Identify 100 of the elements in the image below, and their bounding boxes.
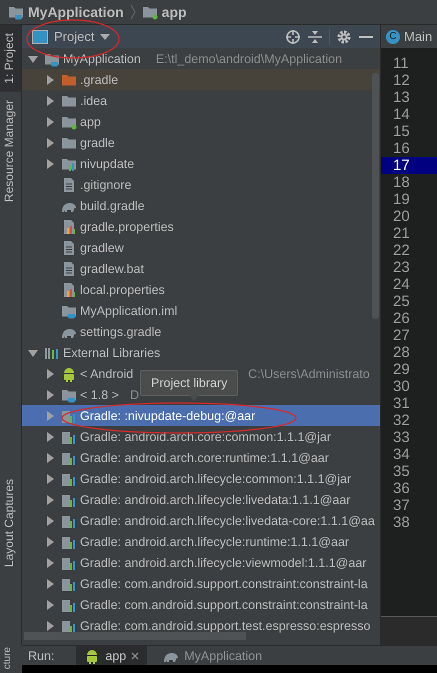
tree-label: Gradle: android.arch.lifecycle:runtime:1.1.1@aar <box>80 534 350 548</box>
tree-row[interactable]: Gradle: android.arch.core:common:1.1.1@jar <box>22 426 380 447</box>
breadcrumb-item[interactable]: app <box>142 4 187 20</box>
line-number: 28 <box>392 344 411 361</box>
run-tab[interactable]: MyApplication <box>155 646 270 665</box>
tree-row[interactable]: gradlew <box>22 237 380 258</box>
tree-row[interactable]: Gradle: com.android.support.constraint:constraint-la <box>22 594 380 615</box>
tree-label: gradle <box>80 136 115 150</box>
file-icon <box>61 240 77 256</box>
collapsed-arrow-icon[interactable] <box>45 452 55 462</box>
tree-label: .gradle <box>80 72 118 86</box>
tree-label: Gradle: :nivupdate-debug:@aar <box>80 408 256 422</box>
line-number: 38 <box>392 514 411 531</box>
tool-window-tab[interactable]: 1: Project <box>0 25 21 92</box>
tree-label: MyApplication <box>63 52 141 66</box>
line-number: 29 <box>392 361 411 378</box>
line-number: 15 <box>392 123 411 140</box>
scrollbar[interactable] <box>372 73 379 319</box>
tree-row[interactable]: Gradle: android.arch.lifecycle:common:1.1.1@jar <box>22 468 380 489</box>
path-label: D <box>130 388 139 402</box>
collapsed-arrow-icon[interactable] <box>45 494 55 504</box>
line-number: 36 <box>392 480 411 497</box>
target-icon[interactable] <box>285 28 301 44</box>
breadcrumb-item[interactable]: MyApplication <box>8 4 124 20</box>
tree-label: Gradle: android.arch.core:runtime:1.1.1@aar <box>80 450 329 464</box>
tree-label: gradlew <box>80 240 124 254</box>
collapsed-arrow-icon[interactable] <box>45 390 55 400</box>
tree-row[interactable]: .gradle <box>22 69 380 90</box>
collapsed-arrow-icon[interactable] <box>45 158 55 168</box>
tooltip-pointer-icon <box>189 395 199 401</box>
collapsed-arrow-icon[interactable] <box>45 578 55 588</box>
line-number: 24 <box>392 276 411 293</box>
tree-label: Gradle: com.android.support.constraint:constraint-la <box>80 598 368 612</box>
collapsed-arrow-icon[interactable] <box>45 474 55 484</box>
line-number: 31 <box>392 395 411 412</box>
tree-label: Gradle: com.android.support.test.espresso:espresso <box>80 618 370 632</box>
tree-row[interactable]: MyApplication.iml <box>22 300 380 321</box>
tree-row[interactable]: Gradle: com.android.support.test.espresso:espresso <box>22 615 380 636</box>
expanded-arrow-icon[interactable] <box>28 348 38 358</box>
tree-label: nivupdate <box>80 156 134 170</box>
close-icon[interactable] <box>131 652 140 660</box>
tool-window-tab[interactable]: cture <box>0 645 15 672</box>
tree-row[interactable]: Gradle: android.arch.core:runtime:1.1.1@aar <box>22 447 380 468</box>
collapsed-arrow-icon[interactable] <box>45 74 55 84</box>
collapsed-arrow-icon[interactable] <box>45 600 55 610</box>
line-number: 27 <box>392 327 411 344</box>
tree-row[interactable]: MyApplication E:\tl_demo\android\MyApplication <box>22 48 380 69</box>
line-number: 11 <box>392 55 410 72</box>
tree-row[interactable]: build.gradle <box>22 195 380 216</box>
caret-icon <box>100 34 110 40</box>
tree-row[interactable]: Gradle: com.android.support.constraint:constraint-la <box>22 573 380 594</box>
scrollbar[interactable] <box>24 632 246 640</box>
tree-row[interactable]: nivupdate <box>22 153 380 174</box>
tree-row[interactable]: Gradle: android.arch.lifecycle:livedata-core:1.1.1@aa <box>22 510 380 531</box>
expanded-arrow-icon[interactable] <box>28 54 38 64</box>
editor-tab[interactable]: C Main <box>381 25 437 48</box>
tree-row[interactable]: Gradle: android.arch.lifecycle:livedata:1.1.1@aar <box>22 489 380 510</box>
collapsed-arrow-icon[interactable] <box>45 432 55 442</box>
collapse-icon[interactable] <box>307 28 323 44</box>
collapsed-arrow-icon[interactable] <box>45 116 55 126</box>
tree-row[interactable]: app <box>22 111 380 132</box>
class-icon: C <box>386 30 400 44</box>
collapsed-arrow-icon[interactable] <box>45 558 55 568</box>
path-label: C:\Users\Administrato <box>248 366 370 380</box>
tree-label: build.gradle <box>80 198 145 212</box>
line-number: 23 <box>392 259 411 276</box>
tool-window-tab[interactable]: Layout Captures <box>0 470 21 575</box>
tree-row[interactable]: gradle <box>22 132 380 153</box>
tree-label: app <box>80 114 101 128</box>
collapsed-arrow-icon[interactable] <box>45 516 55 526</box>
collapsed-arrow-icon[interactable] <box>45 96 55 106</box>
collapsed-arrow-icon[interactable] <box>45 536 55 546</box>
tree-row[interactable]: .gitignore <box>22 174 380 195</box>
tree-row[interactable]: External Libraries <box>22 342 380 363</box>
collapsed-arrow-icon[interactable] <box>45 368 55 378</box>
tree-row[interactable]: settings.gradle <box>22 321 380 342</box>
tree-label: < Android <box>80 366 134 380</box>
tree-label: Gradle: android.arch.lifecycle:common:1.1.1@jar <box>80 472 352 486</box>
tree-row[interactable]: Gradle: android.arch.lifecycle:viewmodel:1.1.1@aar <box>22 552 380 573</box>
line-number: 33 <box>392 429 411 446</box>
line-number: 32 <box>392 412 411 429</box>
tree-label: gradlew.bat <box>80 262 144 276</box>
line-number: 13 <box>392 89 411 106</box>
tree-label: Gradle: android.arch.lifecycle:livedata-core:1.1.1@aa <box>80 514 375 528</box>
tree-row[interactable]: local.properties <box>22 279 380 300</box>
tree-row[interactable]: gradlew.bat <box>22 258 380 279</box>
tree-label: gradle.properties <box>80 220 174 234</box>
tree-label: .idea <box>80 94 108 108</box>
tree-row[interactable]: gradle.properties <box>22 216 380 237</box>
line-number: 26 <box>392 310 411 327</box>
tree-row[interactable]: Gradle: :nivupdate-debug:@aar <box>22 405 380 426</box>
tree-row[interactable]: .idea <box>22 90 380 111</box>
settings-icon[interactable] <box>336 28 352 44</box>
android-icon <box>61 366 77 382</box>
collapsed-arrow-icon[interactable] <box>45 620 55 630</box>
collapsed-arrow-icon[interactable] <box>45 138 55 148</box>
tool-window-tab[interactable]: Resource Manager <box>0 92 21 210</box>
tree-label: Gradle: android.arch.lifecycle:viewmodel:1.1.1@aar <box>80 556 366 570</box>
run-tab[interactable]: app <box>76 646 148 665</box>
tree-row[interactable]: Gradle: android.arch.lifecycle:runtime:1.1.1@aar <box>22 531 380 552</box>
